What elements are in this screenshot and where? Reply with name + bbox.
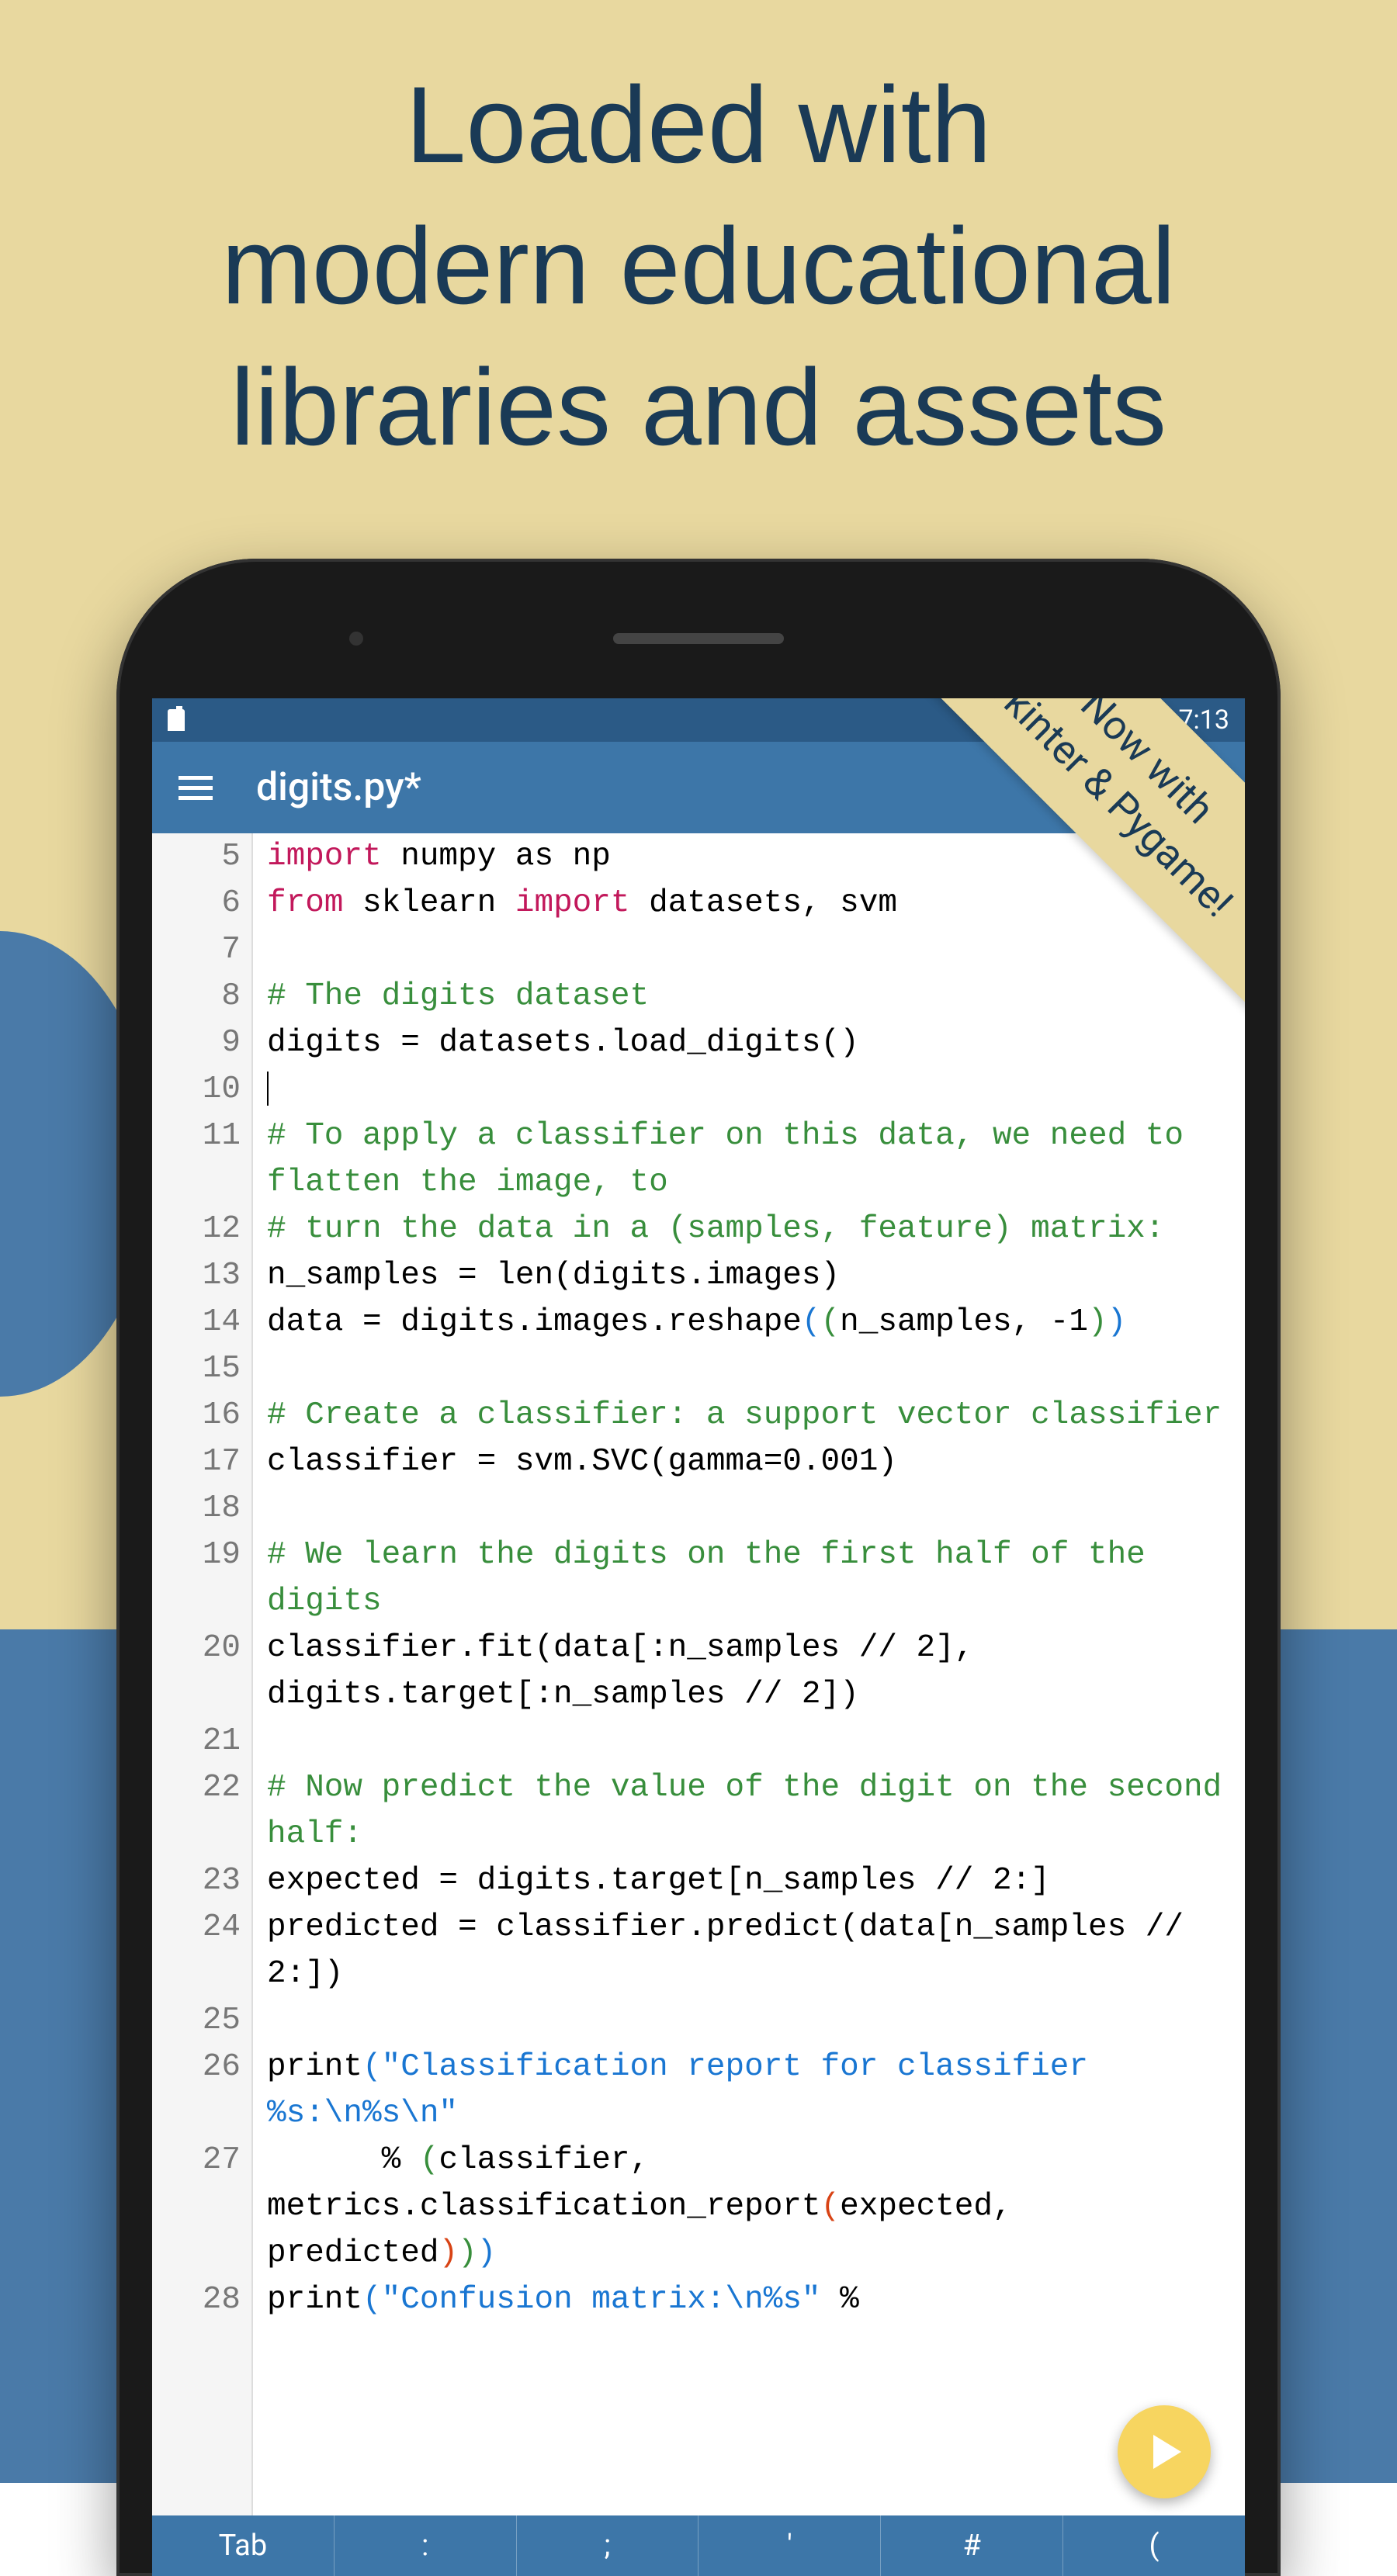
shortcut-key[interactable]: ; — [517, 2515, 699, 2576]
code-line[interactable] — [267, 1997, 1237, 2044]
code-line[interactable] — [267, 1718, 1237, 1764]
code-line[interactable]: data = digits.images.reshape((n_samples,… — [267, 1299, 1237, 1345]
line-number: 23 — [152, 1858, 241, 1904]
line-number: 12 — [152, 1206, 241, 1252]
line-number: 6 — [152, 880, 241, 926]
menu-button[interactable] — [179, 770, 213, 806]
line-number: 9 — [152, 1020, 241, 1066]
line-number: 14 — [152, 1299, 241, 1345]
line-number: 25 — [152, 1997, 241, 2044]
shortcut-bar: Tab:;'#( — [152, 2515, 1245, 2576]
code-line[interactable]: classifier = svm.SVC(gamma=0.001) — [267, 1439, 1237, 1485]
promo-headline: Loaded with modern educational libraries… — [0, 54, 1397, 478]
line-number: 17 — [152, 1439, 241, 1485]
play-icon — [1153, 2435, 1181, 2469]
line-number: 8 — [152, 973, 241, 1020]
code-line[interactable]: % (classifier, metrics.classification_re… — [267, 2137, 1237, 2277]
line-number: 13 — [152, 1252, 241, 1299]
line-number: 10 — [152, 1066, 241, 1113]
line-number: 28 — [152, 2277, 241, 2323]
code-line[interactable]: # The digits dataset — [267, 973, 1237, 1020]
headline-line1: Loaded with — [405, 64, 991, 185]
code-line[interactable]: # turn the data in a (samples, feature) … — [267, 1206, 1237, 1252]
phone-speaker — [613, 633, 784, 644]
code-line[interactable]: # Create a classifier: a support vector … — [267, 1392, 1237, 1439]
code-line[interactable] — [267, 1485, 1237, 1532]
file-title: digits.py* — [256, 765, 1091, 810]
line-number-gutter: 5678910111213141516171819202122232425262… — [152, 833, 253, 2515]
code-line[interactable] — [267, 1345, 1237, 1392]
shortcut-key[interactable]: : — [335, 2515, 517, 2576]
text-cursor — [267, 1072, 269, 1106]
line-number: 7 — [152, 926, 241, 973]
line-number: 15 — [152, 1345, 241, 1392]
code-line[interactable]: print("Classification report for classif… — [267, 2044, 1237, 2137]
code-line[interactable]: expected = digits.target[n_samples // 2:… — [267, 1858, 1237, 1904]
shortcut-key[interactable]: ( — [1063, 2515, 1245, 2576]
code-editor[interactable]: 5678910111213141516171819202122232425262… — [152, 833, 1245, 2515]
code-line[interactable]: n_samples = len(digits.images) — [267, 1252, 1237, 1299]
phone-frame: LTE ⚡ 7:13 digits.py* 56789 — [116, 559, 1281, 2576]
headline-line3: libraries and assets — [231, 346, 1166, 468]
code-line[interactable]: from sklearn import datasets, svm — [267, 880, 1237, 926]
code-line[interactable]: predicted = classifier.predict(data[n_sa… — [267, 1904, 1237, 1997]
phone-screen: LTE ⚡ 7:13 digits.py* 56789 — [152, 698, 1245, 2576]
shortcut-key[interactable]: ' — [698, 2515, 881, 2576]
line-number: 22 — [152, 1764, 241, 1858]
shortcut-key[interactable]: Tab — [152, 2515, 335, 2576]
headline-line2: modern educational — [221, 205, 1176, 327]
code-line[interactable]: print("Confusion matrix:\n%s" % — [267, 2277, 1237, 2323]
line-number: 18 — [152, 1485, 241, 1532]
line-number: 21 — [152, 1718, 241, 1764]
shortcut-key[interactable]: # — [881, 2515, 1063, 2576]
line-number: 11 — [152, 1113, 241, 1206]
code-area[interactable]: import numpy as npfrom sklearn import da… — [253, 833, 1245, 2515]
line-number: 16 — [152, 1392, 241, 1439]
code-line[interactable] — [267, 926, 1237, 973]
code-line[interactable]: # Now predict the value of the digit on … — [267, 1764, 1237, 1858]
run-button[interactable] — [1118, 2405, 1211, 2498]
phone-camera — [349, 632, 363, 646]
line-number: 5 — [152, 833, 241, 880]
code-line[interactable]: # We learn the digits on the first half … — [267, 1532, 1237, 1625]
sdcard-icon — [168, 709, 185, 731]
line-number: 24 — [152, 1904, 241, 1997]
code-line[interactable]: classifier.fit(data[:n_samples // 2], di… — [267, 1625, 1237, 1718]
code-line[interactable]: # To apply a classifier on this data, we… — [267, 1113, 1237, 1206]
code-line[interactable]: digits = datasets.load_digits() — [267, 1020, 1237, 1066]
line-number: 20 — [152, 1625, 241, 1718]
line-number: 27 — [152, 2137, 241, 2277]
line-number: 26 — [152, 2044, 241, 2137]
line-number: 19 — [152, 1532, 241, 1625]
code-line[interactable] — [267, 1066, 1237, 1113]
